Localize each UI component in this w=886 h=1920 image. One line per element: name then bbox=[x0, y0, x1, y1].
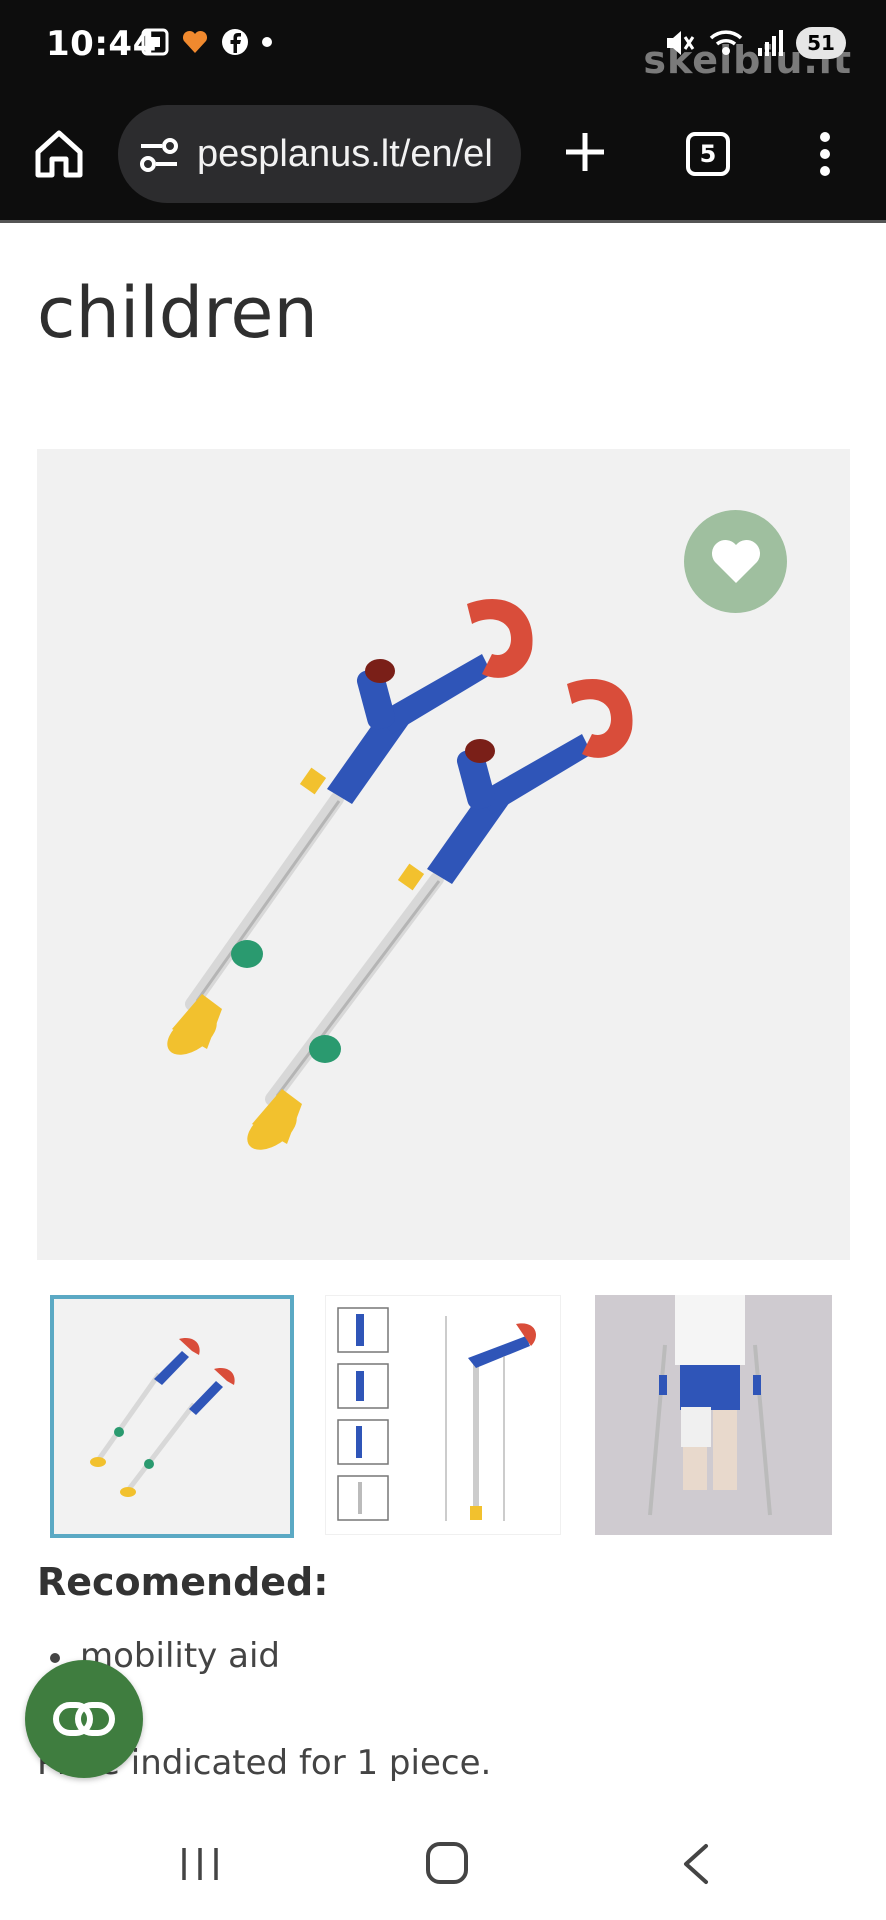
thumbnail-in-use[interactable] bbox=[595, 1295, 832, 1535]
home-icon[interactable] bbox=[30, 125, 88, 183]
page-title: children bbox=[37, 272, 318, 354]
back-icon[interactable] bbox=[678, 1842, 712, 1886]
favorite-button[interactable] bbox=[684, 510, 787, 613]
browser-toolbar: pesplanus.lt/en/el 5 bbox=[0, 95, 886, 223]
thumbnail-product[interactable] bbox=[50, 1295, 294, 1538]
url-text[interactable]: pesplanus.lt/en/el bbox=[197, 133, 493, 176]
home-nav-icon[interactable] bbox=[426, 1842, 468, 1884]
notification-icons bbox=[140, 27, 274, 57]
crutches-dimensions-image bbox=[337, 1307, 536, 1521]
crutch-right bbox=[247, 679, 633, 1150]
facebook-icon bbox=[222, 29, 248, 55]
thumbnail-dimensions[interactable] bbox=[325, 1295, 561, 1535]
heart-icon bbox=[711, 539, 760, 583]
link-icon bbox=[53, 1702, 115, 1736]
floating-action-button[interactable] bbox=[25, 1660, 143, 1778]
health-icon bbox=[182, 30, 208, 53]
site-settings-icon[interactable] bbox=[138, 134, 180, 176]
address-bar[interactable]: pesplanus.lt/en/el bbox=[118, 105, 521, 203]
status-bar: 10:44 skelbiu.lt 51 bbox=[0, 0, 886, 95]
wifi-icon bbox=[709, 30, 743, 55]
battery-icon: 51 bbox=[796, 27, 846, 59]
crutches-in-use-image bbox=[648, 1295, 772, 1516]
tabs-icon[interactable]: 5 bbox=[686, 132, 730, 176]
screenshot-icon bbox=[141, 28, 169, 56]
system-navbar bbox=[0, 1800, 886, 1920]
recent-apps-icon[interactable] bbox=[178, 1844, 222, 1884]
mute-icon bbox=[667, 31, 695, 55]
menu-icon[interactable] bbox=[810, 129, 840, 179]
recommended-heading: Recomended: bbox=[37, 1560, 329, 1604]
system-icons: 51 bbox=[662, 26, 846, 60]
crutches-product-thumb bbox=[90, 1338, 235, 1497]
new-tab-icon[interactable] bbox=[560, 127, 610, 177]
dot-icon bbox=[262, 37, 272, 47]
signal-icon bbox=[758, 30, 783, 56]
